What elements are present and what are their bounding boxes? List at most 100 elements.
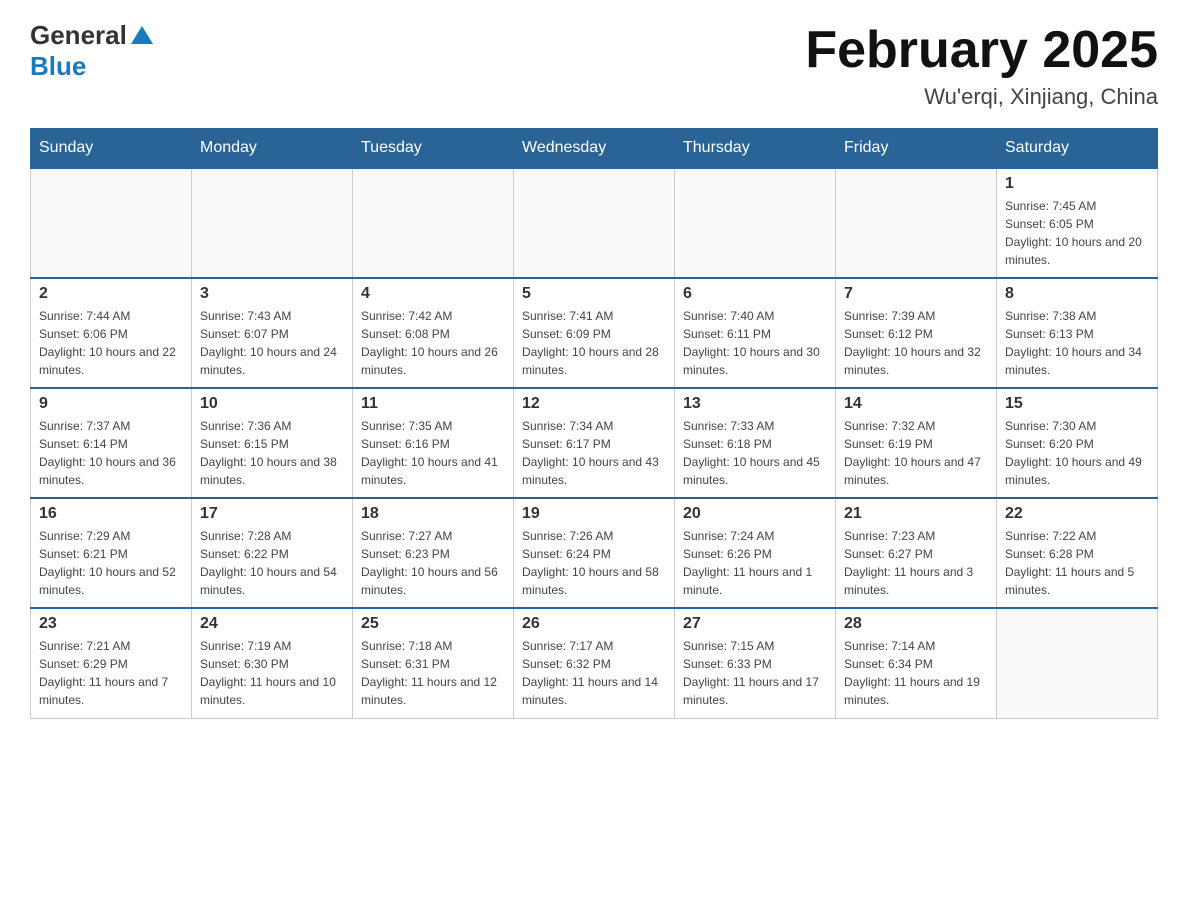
day-info: Sunrise: 7:28 AMSunset: 6:22 PMDaylight:… bbox=[200, 527, 344, 599]
day-info: Sunrise: 7:29 AMSunset: 6:21 PMDaylight:… bbox=[39, 527, 183, 599]
day-info: Sunrise: 7:42 AMSunset: 6:08 PMDaylight:… bbox=[361, 307, 505, 379]
day-info: Sunrise: 7:17 AMSunset: 6:32 PMDaylight:… bbox=[522, 637, 666, 709]
day-info: Sunrise: 7:21 AMSunset: 6:29 PMDaylight:… bbox=[39, 637, 183, 709]
day-number: 6 bbox=[683, 285, 827, 303]
header-saturday: Saturday bbox=[997, 129, 1158, 169]
week-row-3: 9 Sunrise: 7:37 AMSunset: 6:14 PMDaylight… bbox=[31, 388, 1158, 498]
logo-blue-part bbox=[127, 24, 153, 48]
day-info: Sunrise: 7:22 AMSunset: 6:28 PMDaylight:… bbox=[1005, 527, 1149, 599]
day-info: Sunrise: 7:15 AMSunset: 6:33 PMDaylight:… bbox=[683, 637, 827, 709]
table-cell: 6Sunrise: 7:40 AMSunset: 6:11 PMDaylight… bbox=[675, 278, 836, 388]
header-tuesday: Tuesday bbox=[353, 129, 514, 169]
table-cell bbox=[675, 168, 836, 278]
day-info: Sunrise: 7:43 AMSunset: 6:07 PMDaylight:… bbox=[200, 307, 344, 379]
day-info: Sunrise: 7:23 AMSunset: 6:27 PMDaylight:… bbox=[844, 527, 988, 599]
calendar-table: Sunday Monday Tuesday Wednesday Thursday… bbox=[30, 128, 1158, 719]
header-monday: Monday bbox=[192, 129, 353, 169]
day-number: 24 bbox=[200, 615, 344, 633]
table-cell: 25 Sunrise: 7:18 AMSunset: 6:31 PMDayligh… bbox=[353, 608, 514, 718]
logo-blue-text: Blue bbox=[30, 51, 86, 82]
table-cell: 18Sunrise: 7:27 AMSunset: 6:23 PMDayligh… bbox=[353, 498, 514, 608]
table-cell: 16 Sunrise: 7:29 AMSunset: 6:21 PMDayligh… bbox=[31, 498, 192, 608]
day-number: 21 bbox=[844, 505, 988, 523]
day-number: 5 bbox=[522, 285, 666, 303]
table-cell bbox=[836, 168, 997, 278]
table-cell: 1 Sunrise: 7:45 AMSunset: 6:05 PMDaylight… bbox=[997, 168, 1158, 278]
table-cell: 11 Sunrise: 7:35 AMSunset: 6:16 PMDayligh… bbox=[353, 388, 514, 498]
day-number: 14 bbox=[844, 395, 988, 413]
table-cell: 3 Sunrise: 7:43 AMSunset: 6:07 PMDaylight… bbox=[192, 278, 353, 388]
table-cell: 22 Sunrise: 7:22 AMSunset: 6:28 PMDayligh… bbox=[997, 498, 1158, 608]
day-number: 22 bbox=[1005, 505, 1149, 523]
table-cell: 17 Sunrise: 7:28 AMSunset: 6:22 PMDayligh… bbox=[192, 498, 353, 608]
day-info: Sunrise: 7:18 AMSunset: 6:31 PMDaylight:… bbox=[361, 637, 505, 709]
day-number: 11 bbox=[361, 395, 505, 413]
month-title: February 2025 bbox=[805, 20, 1158, 80]
day-number: 7 bbox=[844, 285, 988, 303]
day-info: Sunrise: 7:45 AMSunset: 6:05 PMDaylight:… bbox=[1005, 197, 1149, 269]
day-info: Sunrise: 7:39 AMSunset: 6:12 PMDaylight:… bbox=[844, 307, 988, 379]
table-cell: 12 Sunrise: 7:34 AMSunset: 6:17 PMDayligh… bbox=[514, 388, 675, 498]
page-header: General Blue February 2025 Wu'erqi, Xinj… bbox=[30, 20, 1158, 110]
day-number: 26 bbox=[522, 615, 666, 633]
table-cell: 7 Sunrise: 7:39 AMSunset: 6:12 PMDaylight… bbox=[836, 278, 997, 388]
day-info: Sunrise: 7:26 AMSunset: 6:24 PMDaylight:… bbox=[522, 527, 666, 599]
day-number: 2 bbox=[39, 285, 183, 303]
day-number: 9 bbox=[39, 395, 183, 413]
day-info: Sunrise: 7:33 AMSunset: 6:18 PMDaylight:… bbox=[683, 417, 827, 489]
day-number: 4 bbox=[361, 285, 505, 303]
table-cell bbox=[997, 608, 1158, 718]
day-number: 19 bbox=[522, 505, 666, 523]
header-friday: Friday bbox=[836, 129, 997, 169]
day-number: 3 bbox=[200, 285, 344, 303]
table-cell: 23Sunrise: 7:21 AMSunset: 6:29 PMDayligh… bbox=[31, 608, 192, 718]
header-sunday: Sunday bbox=[31, 129, 192, 169]
table-cell: 20 Sunrise: 7:24 AMSunset: 6:26 PMDayligh… bbox=[675, 498, 836, 608]
table-cell: 28 Sunrise: 7:14 AMSunset: 6:34 PMDayligh… bbox=[836, 608, 997, 718]
table-cell: 8 Sunrise: 7:38 AMSunset: 6:13 PMDaylight… bbox=[997, 278, 1158, 388]
table-cell: 2 Sunrise: 7:44 AMSunset: 6:06 PMDaylight… bbox=[31, 278, 192, 388]
table-cell: 14 Sunrise: 7:32 AMSunset: 6:19 PMDayligh… bbox=[836, 388, 997, 498]
title-block: February 2025 Wu'erqi, Xinjiang, China bbox=[805, 20, 1158, 110]
day-number: 16 bbox=[39, 505, 183, 523]
header-wednesday: Wednesday bbox=[514, 129, 675, 169]
day-number: 1 bbox=[1005, 175, 1149, 193]
day-info: Sunrise: 7:37 AMSunset: 6:14 PMDaylight:… bbox=[39, 417, 183, 489]
day-info: Sunrise: 7:14 AMSunset: 6:34 PMDaylight:… bbox=[844, 637, 988, 709]
day-number: 10 bbox=[200, 395, 344, 413]
table-cell: 19 Sunrise: 7:26 AMSunset: 6:24 PMDayligh… bbox=[514, 498, 675, 608]
day-info: Sunrise: 7:34 AMSunset: 6:17 PMDaylight:… bbox=[522, 417, 666, 489]
table-cell: 21 Sunrise: 7:23 AMSunset: 6:27 PMDayligh… bbox=[836, 498, 997, 608]
week-row-1: 1 Sunrise: 7:45 AMSunset: 6:05 PMDaylight… bbox=[31, 168, 1158, 278]
day-number: 12 bbox=[522, 395, 666, 413]
table-cell: 13 Sunrise: 7:33 AMSunset: 6:18 PMDayligh… bbox=[675, 388, 836, 498]
table-cell: 10Sunrise: 7:36 AMSunset: 6:15 PMDayligh… bbox=[192, 388, 353, 498]
table-cell bbox=[192, 168, 353, 278]
day-info: Sunrise: 7:41 AMSunset: 6:09 PMDaylight:… bbox=[522, 307, 666, 379]
header-thursday: Thursday bbox=[675, 129, 836, 169]
day-info: Sunrise: 7:19 AMSunset: 6:30 PMDaylight:… bbox=[200, 637, 344, 709]
table-cell: 15Sunrise: 7:30 AMSunset: 6:20 PMDayligh… bbox=[997, 388, 1158, 498]
day-number: 27 bbox=[683, 615, 827, 633]
table-cell bbox=[353, 168, 514, 278]
logo-general-text: General bbox=[30, 20, 127, 51]
logo: General Blue bbox=[30, 20, 153, 82]
day-number: 20 bbox=[683, 505, 827, 523]
table-cell: 9 Sunrise: 7:37 AMSunset: 6:14 PMDaylight… bbox=[31, 388, 192, 498]
table-cell: 4 Sunrise: 7:42 AMSunset: 6:08 PMDaylight… bbox=[353, 278, 514, 388]
week-row-4: 16 Sunrise: 7:29 AMSunset: 6:21 PMDayligh… bbox=[31, 498, 1158, 608]
day-number: 13 bbox=[683, 395, 827, 413]
table-cell bbox=[514, 168, 675, 278]
day-info: Sunrise: 7:32 AMSunset: 6:19 PMDaylight:… bbox=[844, 417, 988, 489]
day-number: 25 bbox=[361, 615, 505, 633]
table-cell: 5 Sunrise: 7:41 AMSunset: 6:09 PMDaylight… bbox=[514, 278, 675, 388]
day-number: 28 bbox=[844, 615, 988, 633]
day-info: Sunrise: 7:24 AMSunset: 6:26 PMDaylight:… bbox=[683, 527, 827, 599]
table-cell: 27 Sunrise: 7:15 AMSunset: 6:33 PMDayligh… bbox=[675, 608, 836, 718]
day-number: 17 bbox=[200, 505, 344, 523]
day-info: Sunrise: 7:44 AMSunset: 6:06 PMDaylight:… bbox=[39, 307, 183, 379]
day-number: 8 bbox=[1005, 285, 1149, 303]
table-cell bbox=[31, 168, 192, 278]
day-info: Sunrise: 7:38 AMSunset: 6:13 PMDaylight:… bbox=[1005, 307, 1149, 379]
day-info: Sunrise: 7:35 AMSunset: 6:16 PMDaylight:… bbox=[361, 417, 505, 489]
